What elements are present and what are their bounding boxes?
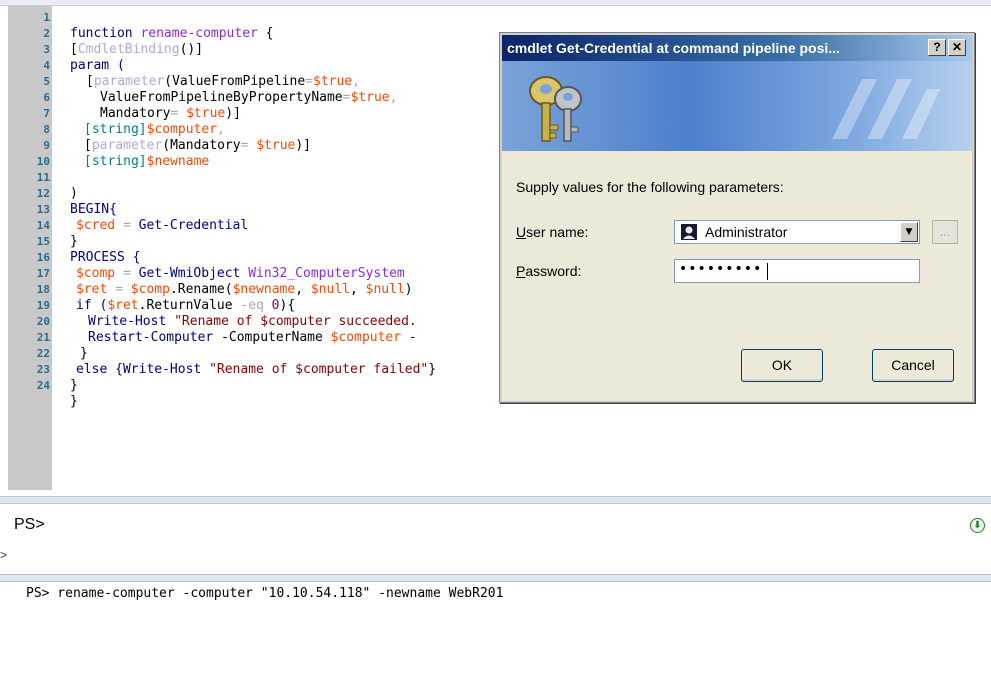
line-number: 1: [43, 11, 50, 24]
close-button[interactable]: ✕: [948, 39, 966, 56]
line-number: 22: [36, 347, 50, 360]
code-line-24[interactable]: }: [70, 394, 78, 410]
output-line: PS> rename-computer -computer "10.10.54.…: [26, 586, 504, 601]
code-line-22[interactable]: else {Write-Host "Rename of $computer fa…: [76, 362, 436, 378]
dialog-banner: [502, 61, 972, 151]
line-number: 12: [36, 187, 50, 200]
line-number: 21: [36, 331, 50, 344]
run-arrow-icon[interactable]: ⬇: [970, 518, 985, 533]
line-number: 18: [36, 283, 50, 296]
line-number: 4: [43, 59, 50, 72]
username-label: User name:: [516, 224, 589, 240]
keys-icon: [529, 76, 582, 142]
line-number: 10: [36, 155, 50, 168]
line-number: 19: [36, 299, 50, 312]
ok-button[interactable]: OK: [741, 349, 823, 382]
line-number: 14: [36, 219, 50, 232]
output-splitter[interactable]: [0, 574, 991, 582]
line-number: 8: [43, 123, 50, 136]
help-button[interactable]: ?: [928, 39, 946, 56]
code-line-6[interactable]: Mandatory= $true)]: [100, 106, 241, 122]
line-number: 11: [36, 171, 50, 184]
code-line-13[interactable]: $cred = Get-Credential: [76, 218, 248, 234]
line-number: 3: [43, 43, 50, 56]
command-prompt: PS>: [14, 516, 45, 533]
line-number: 2: [43, 27, 50, 40]
code-line-11[interactable]: ): [70, 186, 78, 202]
line-number: 5: [43, 75, 50, 88]
code-line-23[interactable]: }: [70, 378, 78, 394]
line-number: 13: [36, 203, 50, 216]
line-number: 23: [36, 363, 50, 376]
line-number: 24: [36, 379, 50, 392]
code-line-19[interactable]: Write-Host "Rename of $computer succeede…: [88, 314, 417, 330]
dialog-prompt: Supply values for the following paramete…: [516, 179, 784, 195]
cancel-button[interactable]: Cancel: [872, 349, 954, 382]
dialog-titlebar[interactable]: cmdlet Get-Credential at command pipelin…: [502, 35, 972, 61]
line-number: 6: [43, 91, 50, 104]
code-line-20[interactable]: Restart-Computer -ComputerName $computer…: [88, 330, 417, 346]
line-number: 9: [43, 139, 50, 152]
line-number: 17: [36, 267, 50, 280]
dialog-title: cmdlet Get-Credential at command pipelin…: [507, 40, 840, 56]
line-number: 15: [36, 235, 50, 248]
password-label: Password:: [516, 263, 582, 279]
password-field[interactable]: •••••••••: [674, 259, 920, 283]
line-number: 16: [36, 251, 50, 264]
browse-button[interactable]: ...: [932, 220, 958, 244]
code-line-16[interactable]: $comp = Get-WmiObject Win32_ComputerSyst…: [76, 266, 405, 282]
username-combobox[interactable]: Administrator ▼: [674, 220, 920, 244]
code-line-5[interactable]: ValueFromPipelineByPropertyName=$true,: [100, 90, 397, 106]
output-pane[interactable]: PS> rename-computer -computer "10.10.54.…: [0, 582, 991, 696]
username-value: Administrator: [705, 224, 788, 240]
code-line-15[interactable]: PROCESS {: [70, 250, 140, 266]
code-line-9[interactable]: [string]$newname: [84, 154, 209, 170]
code-line-3[interactable]: param (: [70, 58, 125, 74]
code-line-4[interactable]: [parameter(ValueFromPipeline=$true,: [86, 74, 360, 90]
code-line-1[interactable]: function rename-computer {: [70, 26, 274, 42]
command-input-caret[interactable]: >: [0, 548, 7, 562]
code-line-12[interactable]: BEGIN{: [70, 202, 117, 218]
line-number: 7: [43, 107, 50, 120]
password-masked-value: •••••••••: [679, 261, 763, 277]
user-account-icon: [681, 224, 697, 240]
line-number: 20: [36, 315, 50, 328]
code-line-7[interactable]: [string]$computer,: [84, 122, 225, 138]
code-line-21[interactable]: }: [80, 346, 88, 362]
text-cursor: [767, 263, 768, 280]
code-line-8[interactable]: [parameter(Mandatory= $true)]: [84, 138, 311, 154]
editor-splitter[interactable]: [0, 496, 991, 504]
dropdown-arrow-icon[interactable]: ▼: [900, 222, 918, 242]
code-line-2[interactable]: [CmdletBinding()]: [70, 42, 203, 58]
credential-dialog: cmdlet Get-Credential at command pipelin…: [499, 32, 975, 403]
dialog-body: Supply values for the following paramete…: [502, 151, 972, 401]
code-line-17[interactable]: $ret = $comp.Rename($newname, $null, $nu…: [76, 282, 413, 298]
code-line-18[interactable]: if ($ret.ReturnValue -eq 0){: [76, 298, 295, 314]
banner-decoration: [832, 79, 940, 139]
code-line-14[interactable]: }: [70, 234, 78, 250]
command-pane[interactable]: PS> > ⬇: [0, 504, 991, 574]
